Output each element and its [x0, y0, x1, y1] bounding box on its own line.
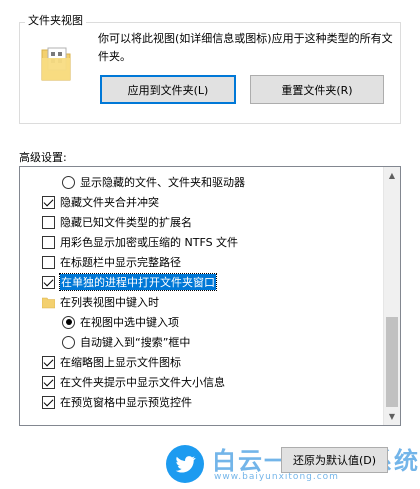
setting-label: 隐藏文件夹合并冲突: [60, 196, 159, 209]
scrollbar-thumb[interactable]: [386, 317, 398, 407]
checkbox[interactable]: [42, 375, 55, 389]
setting-label: 隐藏已知文件类型的扩展名: [60, 216, 192, 229]
vertical-scrollbar[interactable]: ▲ ▼: [383, 167, 400, 425]
checkbox[interactable]: [42, 275, 55, 289]
setting-label: 在视图中选中键入项: [80, 316, 179, 329]
radio-button[interactable]: [62, 335, 75, 349]
setting-label: 自动键入到“搜索”框中: [80, 336, 191, 349]
apply-to-folders-button[interactable]: 应用到文件夹(L): [100, 75, 236, 104]
checkbox[interactable]: [42, 395, 55, 409]
setting-row[interactable]: 自动键入到“搜索”框中: [62, 332, 190, 352]
setting-row[interactable]: 隐藏已知文件类型的扩展名: [42, 212, 192, 232]
folder-icon: [41, 47, 71, 81]
setting-label: 在标题栏中显示完整路径: [60, 256, 181, 269]
folder-views-description: 你可以将此视图(如详细信息或图标)应用于这种类型的所有文件夹。: [98, 32, 393, 63]
reset-folders-button[interactable]: 重置文件夹(R): [250, 75, 384, 104]
setting-label: 用彩色显示加密或压缩的 NTFS 文件: [60, 236, 239, 249]
scroll-up-icon[interactable]: ▲: [384, 167, 400, 184]
setting-label: 显示隐藏的文件、文件夹和驱动器: [80, 176, 245, 189]
setting-row[interactable]: 在缩略图上显示文件图标: [42, 352, 181, 372]
radio-button[interactable]: [62, 175, 75, 189]
advanced-settings-items: 显示隐藏的文件、文件夹和驱动器隐藏文件夹合并冲突隐藏已知文件类型的扩展名用彩色显…: [20, 167, 383, 425]
advanced-settings-label: 高级设置:: [19, 151, 67, 164]
setting-row[interactable]: 在视图中选中键入项: [62, 312, 179, 332]
setting-row[interactable]: 用彩色显示加密或压缩的 NTFS 文件: [42, 232, 238, 252]
restore-defaults-button[interactable]: 还原为默认值(D): [281, 447, 388, 473]
setting-label: 在文件夹提示中显示文件大小信息: [60, 376, 225, 389]
setting-row[interactable]: 在文件夹提示中显示文件大小信息: [42, 372, 225, 392]
advanced-settings-list[interactable]: 显示隐藏的文件、文件夹和驱动器隐藏文件夹合并冲突隐藏已知文件类型的扩展名用彩色显…: [19, 166, 401, 426]
checkbox[interactable]: [42, 195, 55, 209]
folder-views-title: 文件夹视图: [25, 12, 86, 28]
checkbox[interactable]: [42, 215, 55, 229]
setting-row[interactable]: 在预览窗格中显示预览控件: [42, 392, 192, 412]
radio-button[interactable]: [62, 315, 75, 329]
checkbox[interactable]: [42, 355, 55, 369]
watermark-url: www.baiyunxitong.com: [214, 472, 339, 482]
setting-row[interactable]: 在单独的进程中打开文件夹窗口: [42, 272, 217, 292]
checkbox[interactable]: [42, 255, 55, 269]
setting-row[interactable]: 在列表视图中键入时: [41, 292, 159, 312]
checkbox[interactable]: [42, 235, 55, 249]
setting-label: 在列表视图中键入时: [60, 296, 159, 309]
setting-row[interactable]: 在标题栏中显示完整路径: [42, 252, 181, 272]
setting-label: 在单独的进程中打开文件夹窗口: [59, 273, 217, 291]
twitter-bird-logo: [166, 445, 204, 483]
setting-row[interactable]: 隐藏文件夹合并冲突: [42, 192, 159, 212]
setting-row[interactable]: 显示隐藏的文件、文件夹和驱动器: [62, 172, 245, 192]
setting-label: 在缩略图上显示文件图标: [60, 356, 181, 369]
scroll-down-icon[interactable]: ▼: [384, 408, 400, 425]
folder-icon: [41, 296, 56, 309]
setting-label: 在预览窗格中显示预览控件: [60, 396, 192, 409]
